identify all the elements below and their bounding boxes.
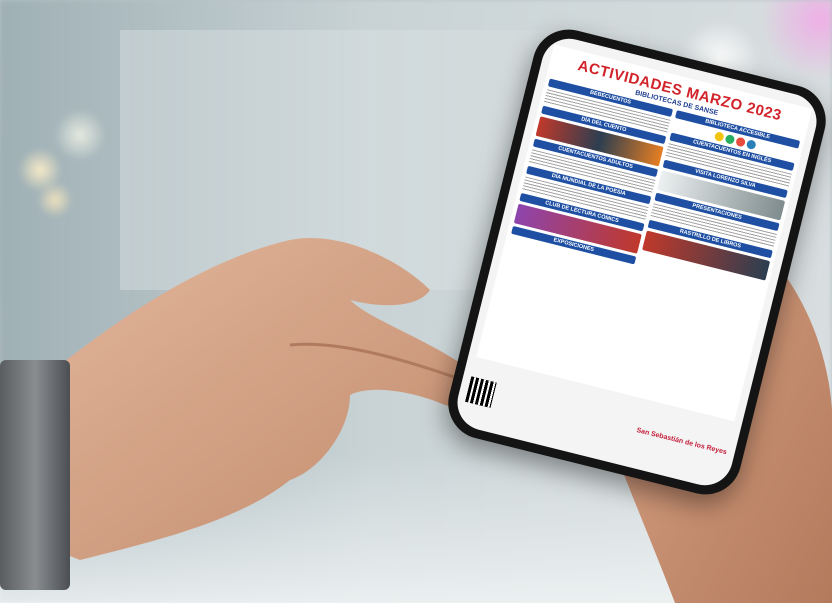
activities-poster: ACTIVIDADES MARZO 2023 BIBLIOTECAS DE SA… — [476, 44, 813, 422]
left-hand — [30, 238, 490, 560]
accessibility-icon — [723, 133, 735, 145]
city-logo: San Sebastián de los Reyes — [635, 427, 728, 457]
accessibility-icon — [713, 131, 725, 143]
qr-code-icon — [465, 376, 497, 408]
accessibility-icon — [745, 139, 757, 150]
watch-strap — [0, 360, 70, 590]
accessibility-icon — [734, 136, 746, 148]
